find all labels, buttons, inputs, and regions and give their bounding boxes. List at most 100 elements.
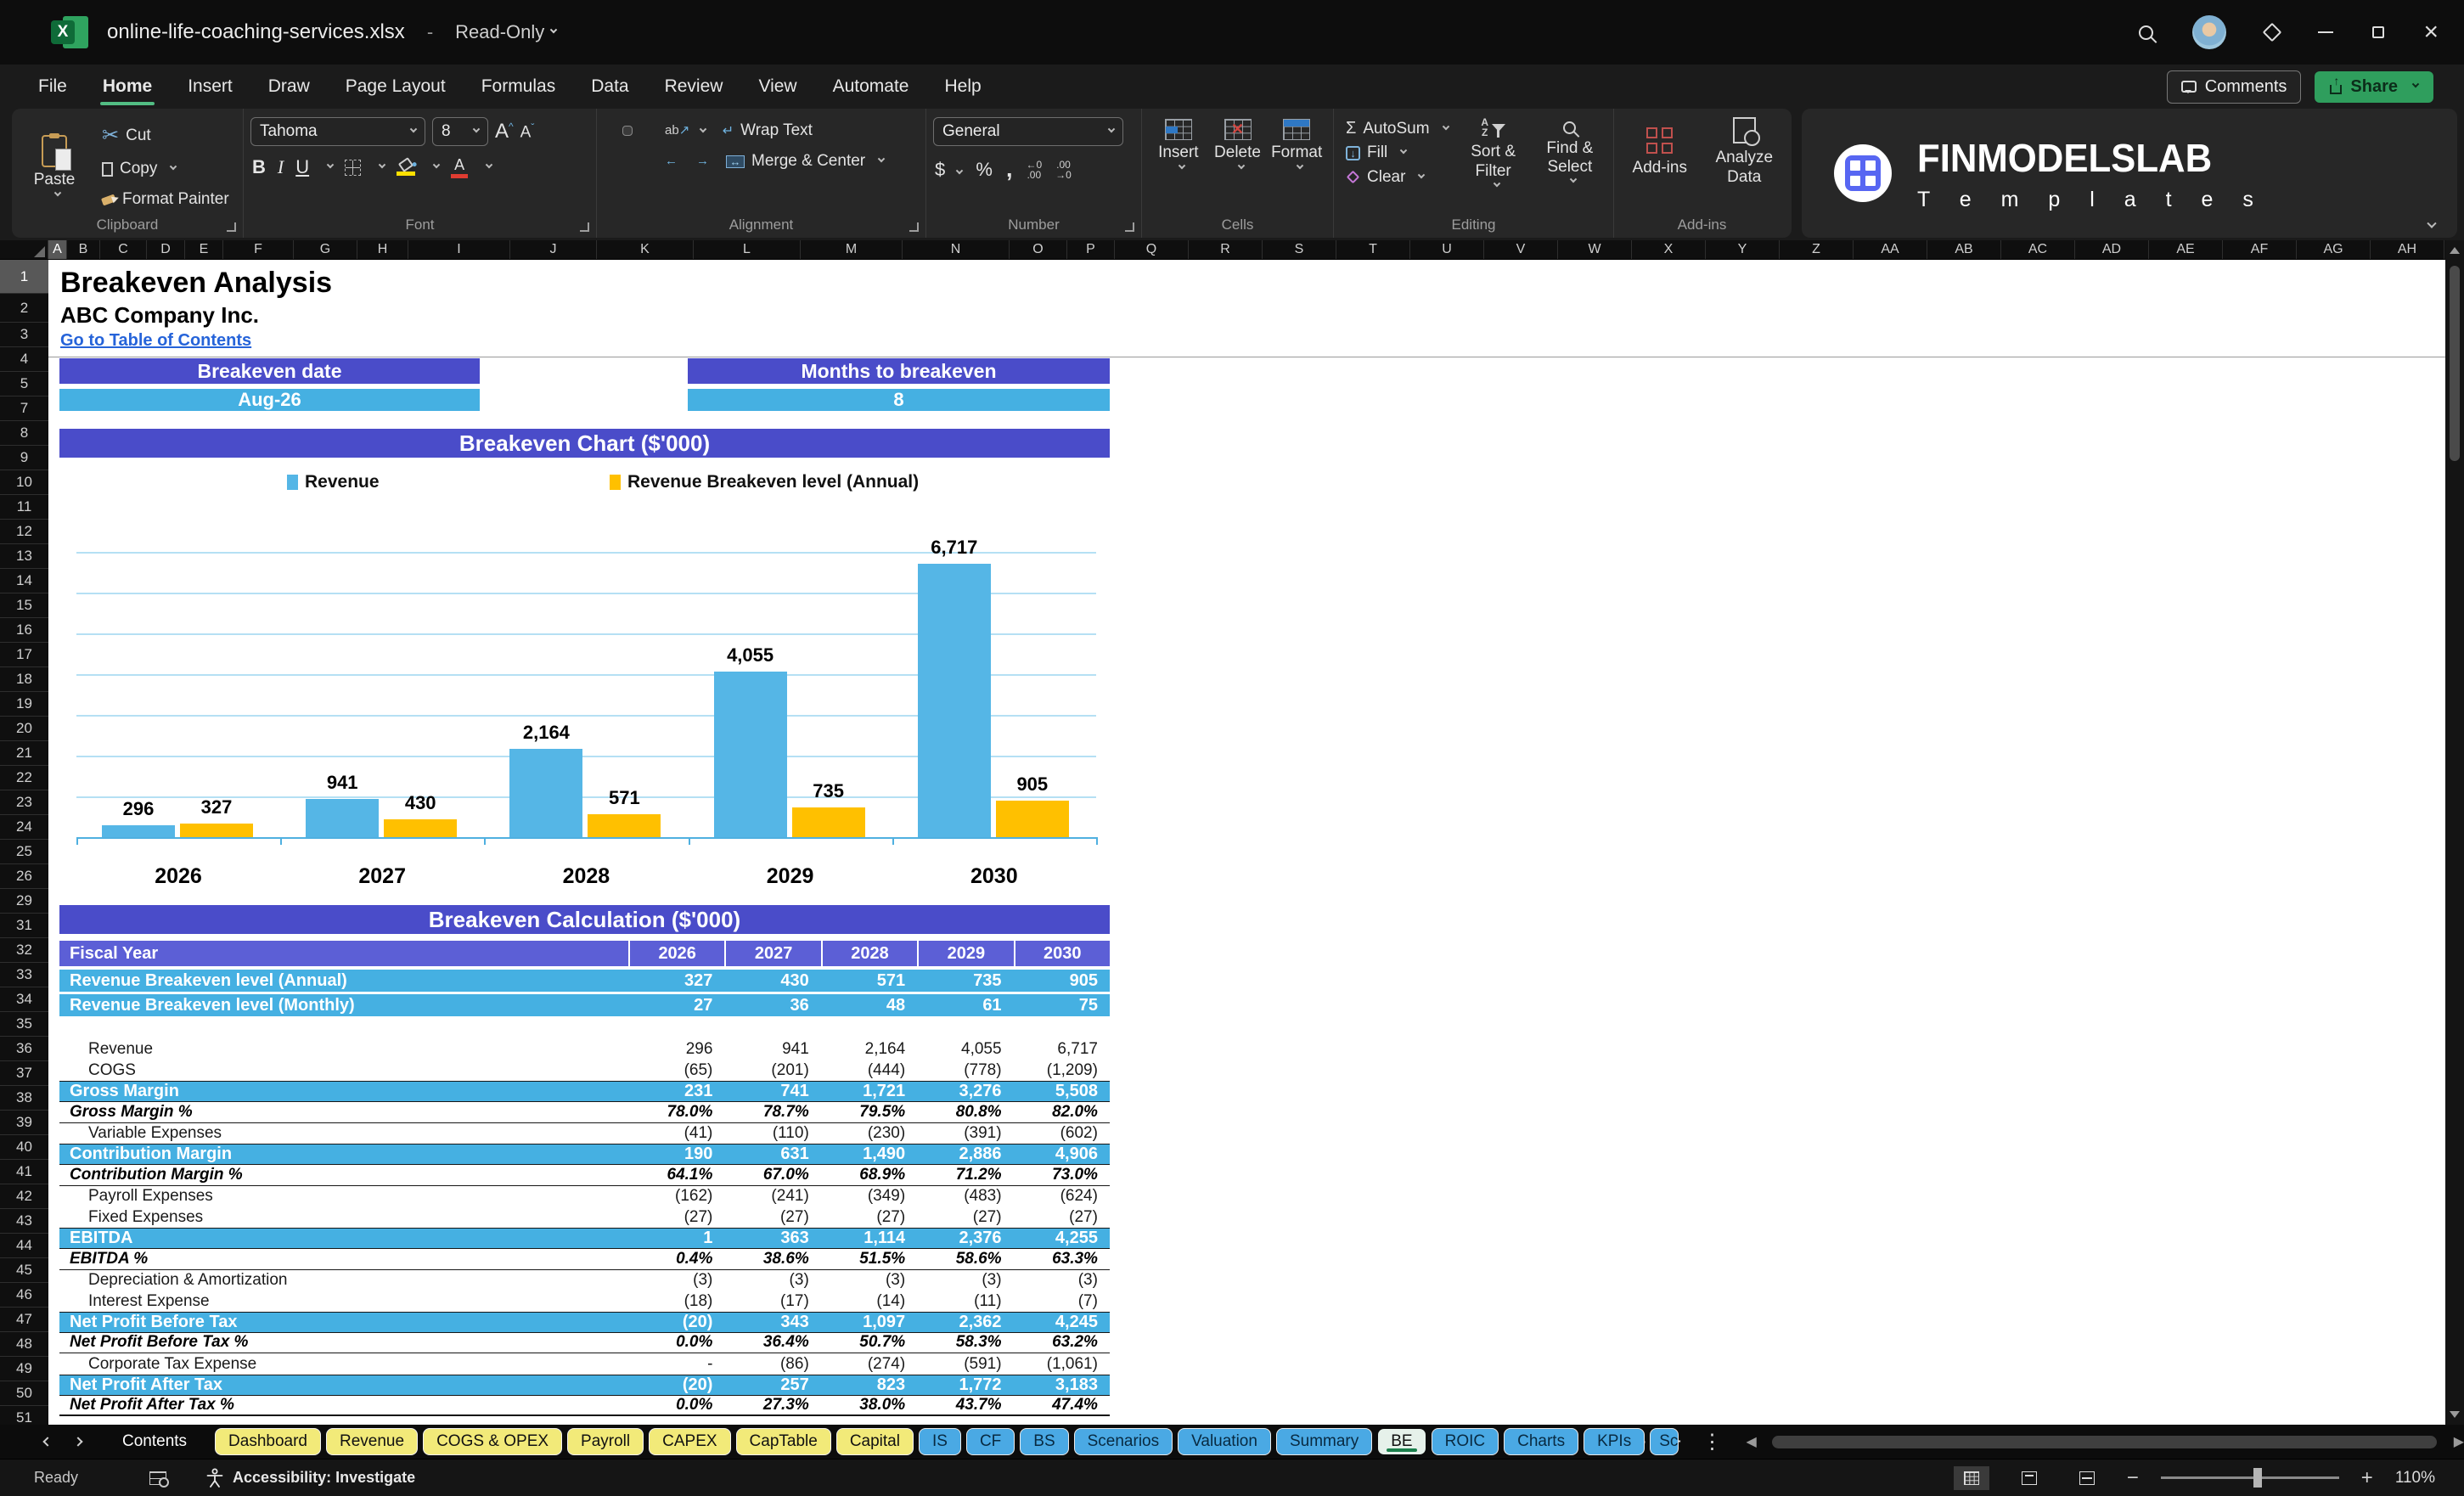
page-layout-view-button[interactable] — [2011, 1466, 2047, 1490]
column-header-K[interactable]: K — [597, 240, 694, 259]
merge-center-button[interactable]: ↔ Merge & Center — [723, 150, 887, 172]
row-header-13[interactable]: 13 — [0, 544, 48, 569]
row-value-cell[interactable]: 296 — [628, 1039, 724, 1060]
fiscal-year-2026[interactable]: 2026 — [628, 941, 724, 966]
column-header-U[interactable]: U — [1410, 240, 1484, 259]
sheet-tab-is[interactable]: IS — [920, 1429, 960, 1454]
sort-filter-button[interactable]: AZ Sort & Filter — [1457, 117, 1530, 188]
sheet-tab-roic[interactable]: ROIC — [1432, 1429, 1499, 1454]
comments-button[interactable]: Comments — [2167, 70, 2302, 104]
number-format-select[interactable]: General — [933, 117, 1123, 146]
row-value-cell[interactable]: - — [628, 1353, 724, 1375]
row-value-cell[interactable]: (110) — [724, 1123, 820, 1144]
increase-indent-button[interactable]: → — [691, 149, 714, 174]
row-header-51[interactable]: 51 — [0, 1406, 48, 1425]
row-header-15[interactable]: 15 — [0, 593, 48, 618]
row-value-cell[interactable]: 43.7% — [917, 1396, 1013, 1415]
sheet-nav-left-chevron[interactable] — [36, 1434, 59, 1449]
scroll-down-arrow-icon[interactable] — [2450, 1411, 2460, 1418]
row-value-cell[interactable]: 1,097 — [821, 1313, 917, 1332]
column-header-O[interactable]: O — [1010, 240, 1067, 259]
sheet-tab-scenarios[interactable]: Scenarios — [1075, 1429, 1173, 1454]
row-value-cell[interactable]: 47.4% — [1014, 1396, 1110, 1415]
orientation-button[interactable]: ab↗ — [660, 117, 711, 143]
row-header-35[interactable]: 35 — [0, 1012, 48, 1037]
row-header-4[interactable]: 4 — [0, 347, 48, 372]
row-header-8[interactable]: 8 — [0, 421, 48, 446]
row-header-42[interactable]: 42 — [0, 1184, 48, 1209]
row-value-cell[interactable]: (27) — [724, 1207, 820, 1229]
row-value-cell[interactable]: (27) — [821, 1207, 917, 1229]
row-value-cell[interactable]: 257 — [724, 1375, 820, 1395]
vertical-scroll-thumb[interactable] — [2450, 266, 2460, 461]
decrease-indent-button[interactable]: ← — [660, 149, 683, 174]
alignment-dialog-launcher[interactable] — [909, 222, 919, 232]
row-label[interactable]: Fixed Expenses — [59, 1207, 628, 1229]
page-break-view-button[interactable] — [2069, 1466, 2105, 1490]
column-header-C[interactable]: C — [100, 240, 147, 259]
column-header-Q[interactable]: Q — [1115, 240, 1189, 259]
sheet-nav-right-chevron[interactable] — [66, 1434, 90, 1449]
paste-button[interactable]: Paste — [19, 117, 90, 215]
wrap-text-button[interactable]: ↵ Wrap Text — [719, 120, 816, 142]
row-value-cell[interactable]: (274) — [821, 1353, 917, 1375]
row-value-cell[interactable]: (624) — [1014, 1186, 1110, 1207]
middle-align-button[interactable] — [622, 126, 633, 136]
italic-button[interactable]: I — [278, 156, 284, 178]
row-header-41[interactable]: 41 — [0, 1160, 48, 1184]
user-avatar[interactable] — [2192, 15, 2226, 49]
row-header-9[interactable]: 9 — [0, 446, 48, 470]
font-size-select[interactable]: 8 — [432, 117, 488, 146]
row-label[interactable]: Gross Margin — [59, 1082, 628, 1101]
row-header-43[interactable]: 43 — [0, 1209, 48, 1234]
shrink-font-button[interactable]: Aˇ — [520, 121, 535, 142]
row-header-36[interactable]: 36 — [0, 1037, 48, 1061]
column-header-G[interactable]: G — [294, 240, 357, 259]
row-value-cell[interactable]: 78.0% — [628, 1102, 724, 1122]
addins-button[interactable]: Add-ins — [1621, 117, 1699, 188]
row-value-cell[interactable]: (14) — [821, 1291, 917, 1312]
row-header-26[interactable]: 26 — [0, 864, 48, 889]
row-value-cell[interactable]: 631 — [724, 1144, 820, 1164]
column-header-Z[interactable]: Z — [1780, 240, 1854, 259]
row-header-10[interactable]: 10 — [0, 470, 48, 495]
row-value-cell[interactable]: 6,717 — [1014, 1039, 1110, 1060]
menu-tab-draw[interactable]: Draw — [250, 70, 328, 104]
chart-title-bar[interactable]: Breakeven Chart ($'000) — [59, 429, 1110, 458]
menu-tab-home[interactable]: Home — [85, 70, 170, 104]
row-label[interactable]: Depreciation & Amortization — [59, 1270, 628, 1291]
row-value-cell[interactable]: 73.0% — [1014, 1165, 1110, 1185]
number-dialog-launcher[interactable] — [1125, 222, 1134, 232]
row-value-cell[interactable]: 327 — [628, 970, 724, 992]
sheet-tab-capital[interactable]: Capital — [837, 1429, 913, 1454]
zoom-out-button[interactable]: − — [2127, 1466, 2139, 1490]
row-value-cell[interactable]: (27) — [1014, 1207, 1110, 1229]
column-header-AA[interactable]: AA — [1854, 240, 1927, 259]
row-value-cell[interactable]: (41) — [628, 1123, 724, 1144]
row-header-40[interactable]: 40 — [0, 1135, 48, 1160]
format-painter-button[interactable]: Format Painter — [98, 188, 233, 211]
column-header-H[interactable]: H — [357, 240, 408, 259]
row-label[interactable]: EBITDA — [59, 1229, 628, 1248]
column-header-E[interactable]: E — [185, 240, 223, 259]
row-value-cell[interactable]: (27) — [917, 1207, 1013, 1229]
clipboard-dialog-launcher[interactable] — [227, 222, 236, 232]
row-value-cell[interactable]: 571 — [821, 970, 917, 992]
borders-button[interactable] — [345, 160, 361, 176]
row-header-37[interactable]: 37 — [0, 1061, 48, 1086]
row-value-cell[interactable]: 4,255 — [1014, 1229, 1110, 1248]
row-label[interactable]: Variable Expenses — [59, 1123, 628, 1144]
search-icon[interactable] — [2139, 25, 2153, 40]
fill-button[interactable]: ↓ Fill — [1342, 142, 1452, 164]
row-header-33[interactable]: 33 — [0, 963, 48, 987]
fiscal-year-2029[interactable]: 2029 — [917, 941, 1013, 966]
sheet-tab-summary[interactable]: Summary — [1277, 1429, 1371, 1454]
row-header-31[interactable]: 31 — [0, 914, 48, 938]
row-value-cell[interactable]: 735 — [917, 970, 1013, 992]
row-header-50[interactable]: 50 — [0, 1381, 48, 1406]
sheet-options-button[interactable]: ⋮ — [1696, 1430, 1730, 1454]
row-value-cell[interactable]: 741 — [724, 1082, 820, 1101]
row-value-cell[interactable]: 63.2% — [1014, 1333, 1110, 1353]
sheet-tab-cogs-opex[interactable]: COGS & OPEX — [424, 1429, 561, 1454]
column-header-AH[interactable]: AH — [2371, 240, 2444, 259]
